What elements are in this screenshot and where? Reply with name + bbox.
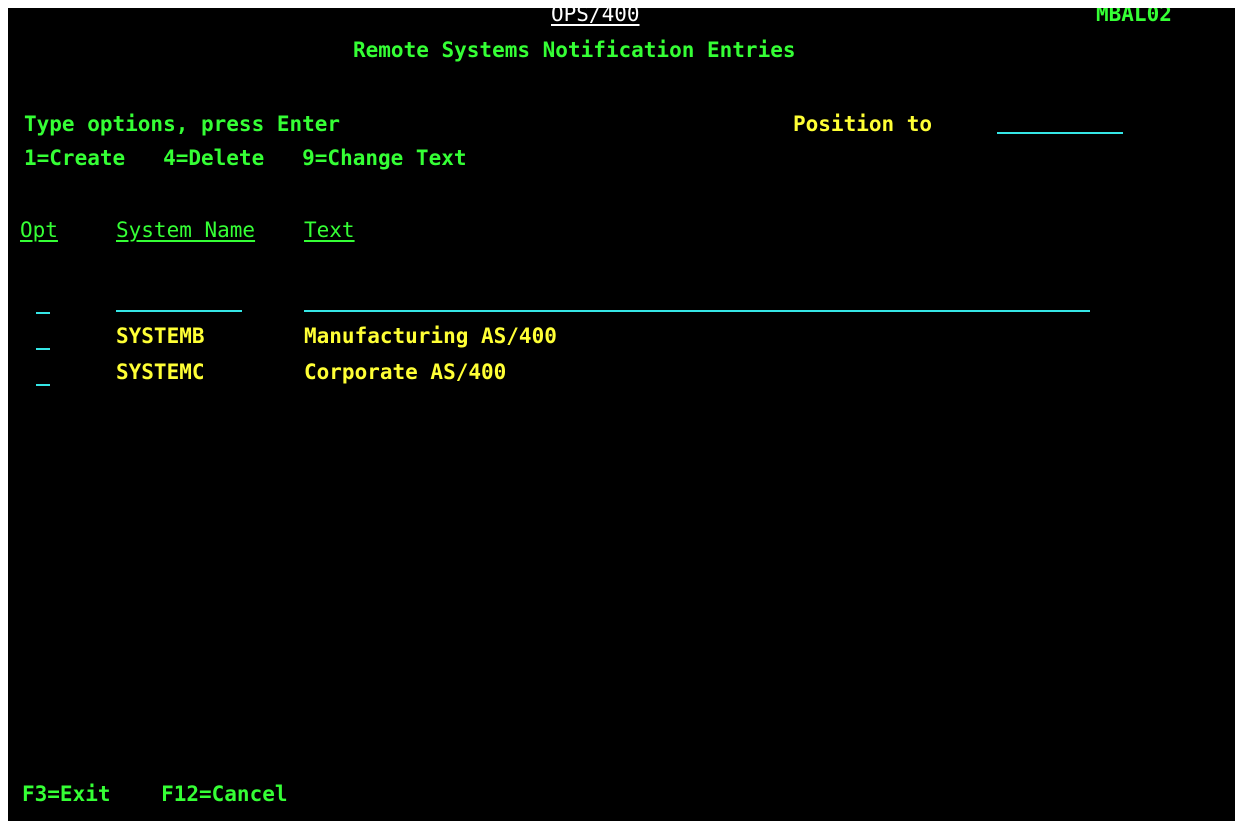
terminal-screen: OPS/400 MBAL02 Remote Systems Notificati… (8, 8, 1235, 821)
instructions-prompt: Type options, press Enter (24, 112, 341, 136)
screen-id: MBAL02 (1096, 8, 1172, 26)
column-header-system-name: System Name (116, 218, 256, 242)
new-entry-text-input[interactable] (304, 290, 1090, 312)
row-opt-input[interactable] (36, 364, 50, 386)
column-header-opt: Opt (20, 218, 58, 242)
row-opt-input[interactable] (36, 328, 50, 350)
column-header-text: Text (304, 218, 355, 242)
new-entry-system-name-input[interactable] (116, 290, 242, 312)
row-text: Manufacturing AS/400 (304, 324, 557, 348)
page-title: Remote Systems Notification Entries (353, 38, 796, 62)
position-to-label: Position to (793, 112, 933, 136)
option-legend: 1=Create 4=Delete 9=Change Text (24, 146, 467, 170)
function-keys: F3=Exit F12=Cancel (22, 782, 288, 806)
product-name: OPS/400 (551, 8, 640, 26)
position-to-input[interactable] (997, 112, 1123, 134)
row-text: Corporate AS/400 (304, 360, 507, 384)
new-entry-opt-input[interactable] (36, 292, 50, 314)
row-system-name: SYSTEMC (116, 360, 205, 384)
row-system-name: SYSTEMB (116, 324, 205, 348)
